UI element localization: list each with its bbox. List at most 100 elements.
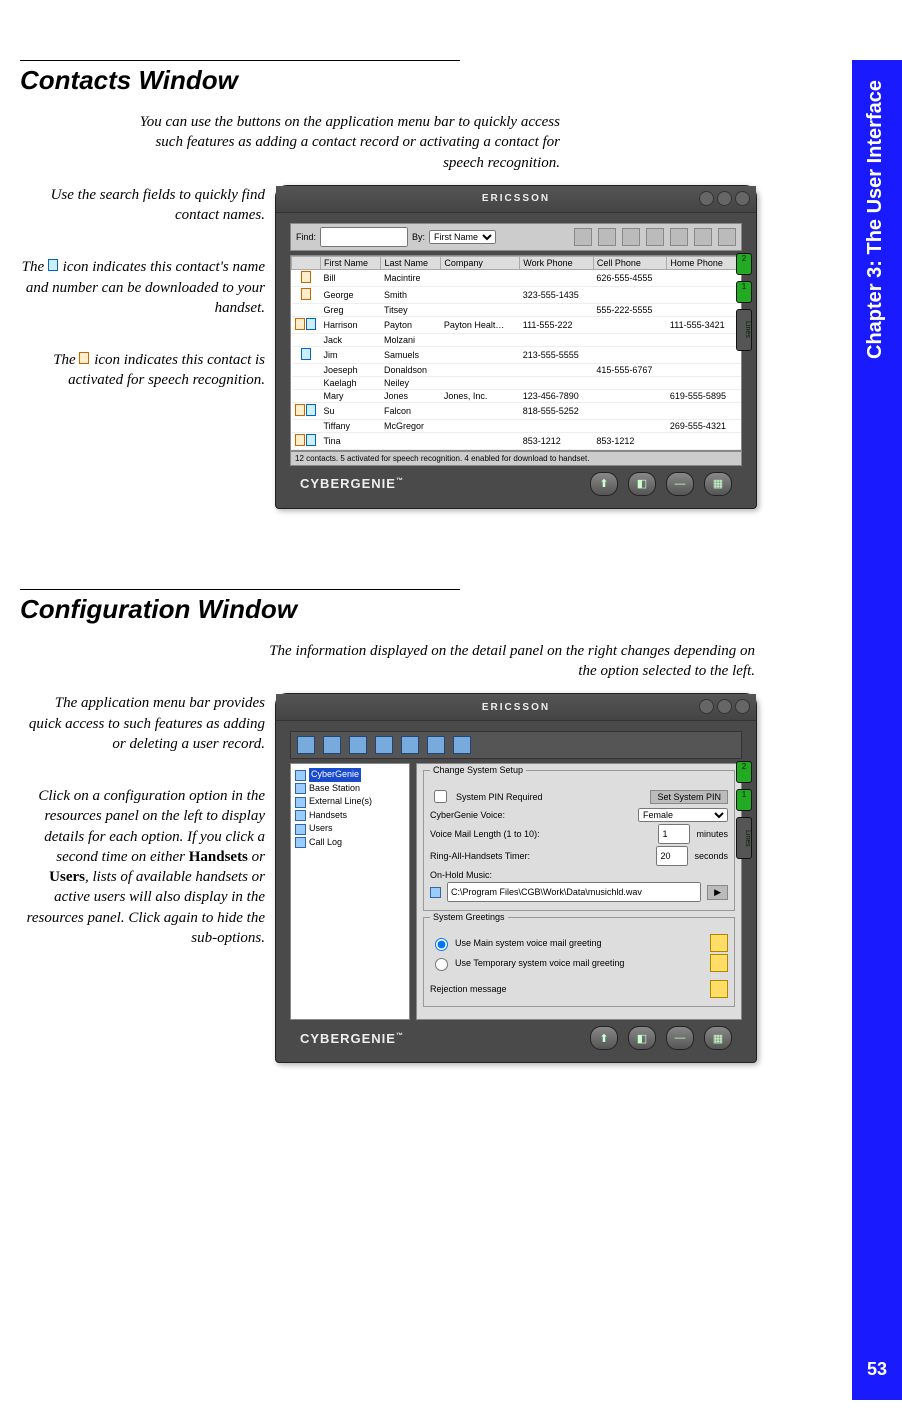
footer-button[interactable]: ◧	[628, 472, 656, 496]
play-button[interactable]: ▶	[707, 885, 728, 900]
maximize-icon[interactable]	[717, 699, 732, 714]
vml-input[interactable]	[658, 824, 690, 844]
tree-icon	[295, 770, 306, 781]
hold-label: On-Hold Music:	[430, 870, 728, 880]
speech-icon	[301, 271, 311, 283]
led-label: Lines	[736, 817, 752, 859]
chapter-sidebar: Chapter 3: The User Interface 53	[852, 60, 902, 1400]
find-input[interactable]	[320, 227, 408, 247]
tree-icon	[295, 824, 306, 835]
config-window: ERICSSON 2 1 Lines	[275, 693, 757, 1063]
footer-logo: CYBERGENIE™	[300, 476, 404, 491]
footer-button[interactable]: ◧	[628, 1026, 656, 1050]
titlebar: ERICSSON	[276, 186, 756, 213]
contacts-grid[interactable]: First Name Last Name Company Work Phone …	[290, 255, 742, 451]
pin-checkbox[interactable]	[434, 790, 447, 803]
resources-tree[interactable]: CyberGenie Base Station External Line(s)…	[290, 763, 410, 1020]
vml-label: Voice Mail Length (1 to 10):	[430, 829, 540, 839]
toolbar-icon[interactable]	[297, 736, 315, 754]
table-row[interactable]: JimSamuels213-555-5555	[292, 346, 741, 363]
tree-item-calllog[interactable]: Call Log	[309, 836, 342, 850]
tree-item-external[interactable]: External Line(s)	[309, 795, 372, 809]
table-row[interactable]: BillMacintire626-555-4555	[292, 269, 741, 286]
table-row[interactable]: MaryJonesJones, Inc.123-456-7890619-555-…	[292, 389, 741, 402]
tree-item-handsets[interactable]: Handsets	[309, 809, 347, 823]
table-row[interactable]: Tina853-1212853-1212	[292, 432, 741, 449]
col-company[interactable]: Company	[441, 256, 520, 269]
footer-button[interactable]: ▦	[704, 472, 732, 496]
table-row[interactable]: HarrisonPaytonPayton Healt…111-555-22211…	[292, 316, 741, 333]
col-workphone[interactable]: Work Phone	[520, 256, 594, 269]
toolbar-icon[interactable]	[453, 736, 471, 754]
toolbar-icon[interactable]	[427, 736, 445, 754]
edit-greeting-button[interactable]	[710, 934, 728, 952]
footer-button[interactable]: ▦	[704, 1026, 732, 1050]
toolbar-icon[interactable]	[375, 736, 393, 754]
minimize-icon[interactable]	[699, 191, 714, 206]
table-row[interactable]: JoesephDonaldson415-555-6767	[292, 363, 741, 376]
callout-app-menubar: The application menu bar provides quick …	[20, 693, 265, 754]
minimize-icon[interactable]	[699, 699, 714, 714]
footer-button[interactable]: —	[666, 472, 694, 496]
callout-handset-icon: The icon indicates this contact's name a…	[20, 257, 265, 318]
toolbar-icon[interactable]	[323, 736, 341, 754]
handset-icon	[306, 318, 316, 330]
close-icon[interactable]	[735, 699, 750, 714]
contacts-window: ERICSSON 2 1 Lines Find:	[275, 185, 757, 509]
toolbar-icon[interactable]	[670, 228, 688, 246]
voice-select[interactable]: Female	[638, 808, 728, 822]
toolbar-icon[interactable]	[401, 736, 419, 754]
table-row[interactable]: JackMolzani	[292, 333, 741, 346]
config-toolbar	[290, 731, 742, 759]
brand-label: ERICSSON	[482, 193, 550, 204]
set-pin-button[interactable]: Set System PIN	[650, 790, 728, 804]
ring-unit: seconds	[694, 851, 728, 861]
callout-search: Use the search fields to quickly find co…	[20, 185, 265, 226]
close-icon[interactable]	[735, 191, 750, 206]
toolbar-icon[interactable]	[718, 228, 736, 246]
table-row[interactable]: GregTitsey555-222-5555	[292, 303, 741, 316]
hold-path-input[interactable]	[447, 882, 701, 902]
toolbar-icon[interactable]	[622, 228, 640, 246]
callout-menubar: You can use the buttons on the applicati…	[130, 112, 560, 173]
tree-icon	[295, 783, 306, 794]
voice-label: CyberGenie Voice:	[430, 810, 505, 820]
tree-item-users[interactable]: Users	[309, 822, 333, 836]
tree-item-basestation[interactable]: Base Station	[309, 782, 360, 796]
toolbar-icon[interactable]	[574, 228, 592, 246]
edit-greeting-button[interactable]	[710, 954, 728, 972]
folder-icon[interactable]	[430, 887, 441, 898]
col-homephone[interactable]: Home Phone	[667, 256, 741, 269]
table-row[interactable]: KaelaghNeiley	[292, 376, 741, 389]
footer-button[interactable]: —	[666, 1026, 694, 1050]
detail-panel: Change System Setup System PIN Required …	[416, 763, 742, 1020]
edit-reject-button[interactable]	[710, 980, 728, 998]
footer-button[interactable]: ⬆	[590, 1026, 618, 1050]
footer-button[interactable]: ⬆	[590, 472, 618, 496]
col-cellphone[interactable]: Cell Phone	[593, 256, 667, 269]
callout-resources-panel: Click on a configuration option in the r…	[20, 786, 265, 948]
radio-main-label: Use Main system voice mail greeting	[455, 938, 602, 948]
table-row[interactable]: SuFalcon818-555-5252	[292, 402, 741, 419]
handset-icon	[48, 259, 58, 271]
toolbar-icon[interactable]	[646, 228, 664, 246]
led-1: 1	[736, 281, 752, 303]
table-row[interactable]: GeorgeSmith323-555-1435	[292, 286, 741, 303]
col-firstname[interactable]: First Name	[321, 256, 381, 269]
greeting-radio-temp[interactable]	[435, 958, 448, 971]
line-leds: 2 1 Lines	[736, 253, 752, 351]
tree-icon	[295, 837, 306, 848]
greeting-radio-main[interactable]	[435, 938, 448, 951]
toolbar-icon[interactable]	[349, 736, 367, 754]
toolbar-icon[interactable]	[694, 228, 712, 246]
maximize-icon[interactable]	[717, 191, 732, 206]
ring-input[interactable]	[656, 846, 688, 866]
by-select[interactable]: First Name	[429, 230, 496, 244]
col-lastname[interactable]: Last Name	[381, 256, 441, 269]
callout-speech-icon: The icon indicates this contact is activ…	[20, 350, 265, 391]
toolbar-icon[interactable]	[598, 228, 616, 246]
section-rule	[20, 60, 460, 61]
footer-logo: CYBERGENIE™	[300, 1031, 404, 1046]
tree-item-cybergenie[interactable]: CyberGenie	[309, 768, 361, 782]
table-row[interactable]: TiffanyMcGregor269-555-4321	[292, 419, 741, 432]
